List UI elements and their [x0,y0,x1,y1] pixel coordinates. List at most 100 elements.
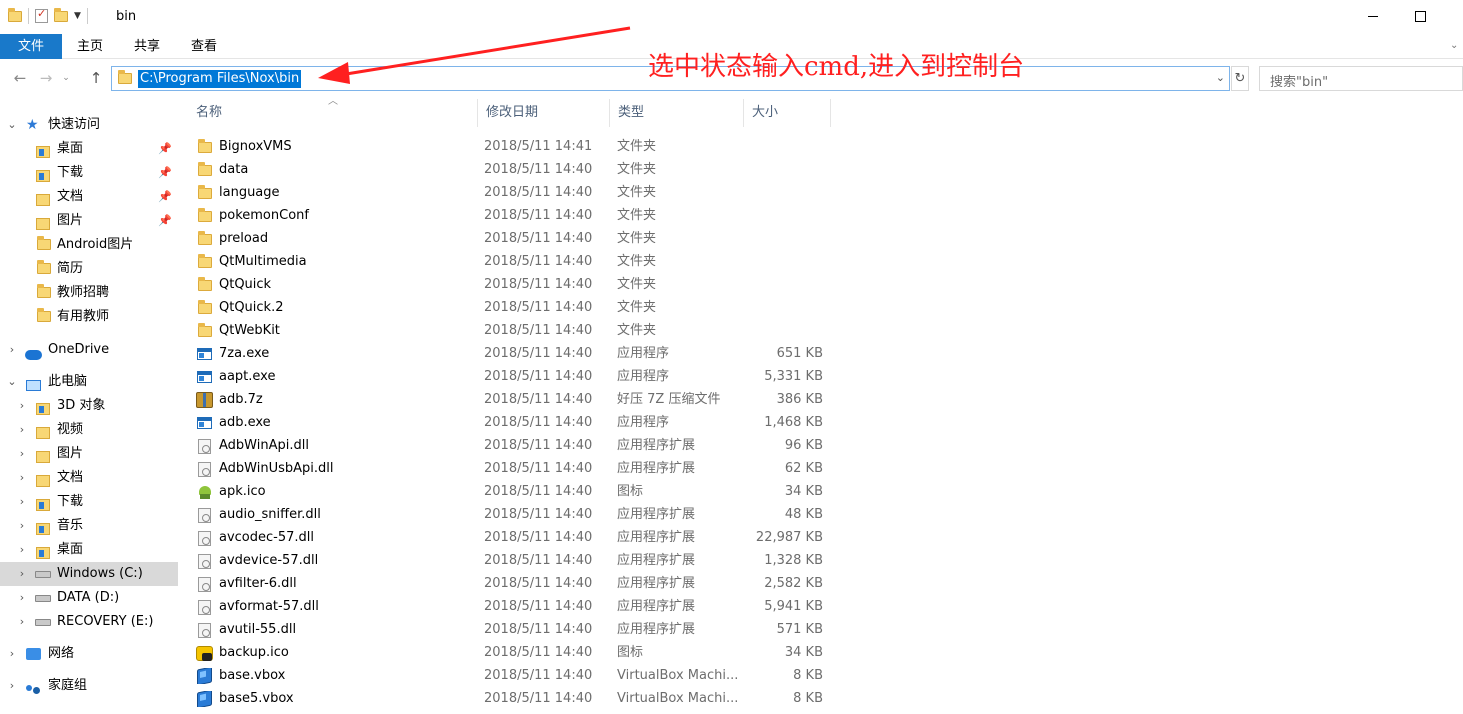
chevron-right-icon[interactable]: › [16,562,28,586]
file-date: 2018/5/11 14:40 [484,484,593,499]
properties-icon[interactable] [35,7,48,23]
chevron-right-icon[interactable]: › [16,514,28,538]
chevron-right-icon[interactable]: › [16,466,28,490]
chevron-down-icon[interactable]: ⌄ [1216,71,1225,84]
nav-item-desktop[interactable]: 桌面 📌 [0,137,178,161]
pin-icon[interactable]: 📌 [158,137,172,161]
file-row[interactable]: pokemonConf 2018/5/11 14:40 文件夹 [188,204,848,227]
file-row[interactable]: QtMultimedia 2018/5/11 14:40 文件夹 [188,250,848,273]
file-row[interactable]: base.vbox 2018/5/11 14:40 VirtualBox Machi… [188,664,848,687]
file-row[interactable]: avdevice-57.dll 2018/5/11 14:40 应用程序扩展 1,32… [188,549,848,572]
file-type: 文件夹 [617,300,657,315]
column-header-type[interactable]: 类型 [610,99,744,127]
nav-item-pictures[interactable]: 图片 📌 [0,209,178,233]
network-icon [26,648,41,660]
chevron-down-icon[interactable]: ⌄ [6,113,18,137]
chevron-right-icon[interactable]: › [6,338,18,362]
nav-quick-access[interactable]: ⌄ ★ 快速访问 [0,113,178,137]
nav-item-resume[interactable]: 简历 [0,257,178,281]
up-arrow-icon[interactable]: ↑ [86,68,106,88]
nav-item-pc-documents[interactable]: › 文档 [0,466,178,490]
pin-icon[interactable]: 📌 [158,185,172,209]
chevron-down-icon[interactable]: ⌄ [6,370,18,394]
chevron-right-icon[interactable]: › [16,538,28,562]
nav-item-drive-e[interactable]: › RECOVERY (E:) [0,610,178,634]
download-icon [36,499,50,511]
file-row[interactable]: base5.vbox 2018/5/11 14:40 VirtualBox Mach… [188,687,848,710]
pin-icon[interactable]: 📌 [158,161,172,185]
nav-item-drive-d[interactable]: › DATA (D:) [0,586,178,610]
column-header-date[interactable]: 修改日期 [478,99,610,127]
file-row[interactable]: apk.ico 2018/5/11 14:40 图标 34 KB [188,480,848,503]
file-row[interactable]: avcodec-57.dll 2018/5/11 14:40 应用程序扩展 22,98… [188,526,848,549]
address-path-text[interactable]: C:\Program Files\Nox\bin [138,70,302,88]
new-folder-icon[interactable] [54,7,68,22]
file-row[interactable]: adb.7z 2018/5/11 14:40 好压 7Z 压缩文件 386 KB [188,388,848,411]
search-input[interactable]: 搜索"bin" [1259,66,1463,91]
nav-onedrive[interactable]: › OneDrive [0,338,178,362]
nav-item-pc-downloads[interactable]: › 下载 [0,490,178,514]
nav-homegroup[interactable]: › 家庭组 [0,674,178,698]
nav-item-pc-pictures[interactable]: › 图片 [0,442,178,466]
file-row[interactable]: preload 2018/5/11 14:40 文件夹 [188,227,848,250]
chevron-down-icon[interactable]: ▼ [74,11,81,21]
tab-home[interactable]: 主页 [62,34,118,59]
file-row[interactable]: avfilter-6.dll 2018/5/11 14:40 应用程序扩展 2,582… [188,572,848,595]
chevron-right-icon[interactable]: › [6,674,18,698]
column-header-size[interactable]: 大小 [744,99,831,127]
tab-view[interactable]: 查看 [176,34,232,59]
nav-this-pc[interactable]: ⌄ 此电脑 [0,370,178,394]
chevron-right-icon[interactable]: › [16,418,28,442]
file-row[interactable]: data 2018/5/11 14:40 文件夹 [188,158,848,181]
file-row[interactable]: aapt.exe 2018/5/11 14:40 应用程序 5,331 KB [188,365,848,388]
file-date: 2018/5/11 14:40 [484,346,593,361]
tab-share[interactable]: 共享 [118,34,176,59]
refresh-icon[interactable]: ↻ [1231,66,1249,91]
chevron-right-icon[interactable]: › [16,394,28,418]
pin-icon[interactable]: 📌 [158,209,172,233]
file-row[interactable]: QtWebKit 2018/5/11 14:40 文件夹 [188,319,848,342]
file-row[interactable]: backup.ico 2018/5/11 14:40 图标 34 KB [188,641,848,664]
nav-item-teacher-recruit[interactable]: 教师招聘 [0,281,178,305]
nav-network[interactable]: › 网络 [0,642,178,666]
chevron-right-icon[interactable]: › [16,586,28,610]
minimize-button[interactable] [1350,4,1396,30]
file-row[interactable]: AdbWinApi.dll 2018/5/11 14:40 应用程序扩展 96 KB [188,434,848,457]
file-row[interactable]: language 2018/5/11 14:40 文件夹 [188,181,848,204]
file-row[interactable]: 7za.exe 2018/5/11 14:40 应用程序 651 KB [188,342,848,365]
file-name: 7za.exe [219,346,270,361]
maximize-button[interactable] [1397,4,1443,30]
file-row[interactable]: QtQuick 2018/5/11 14:40 文件夹 [188,273,848,296]
column-header-name[interactable]: 名称 [188,99,478,127]
dll-icon [198,554,211,569]
chevron-right-icon[interactable]: › [16,490,28,514]
tab-file[interactable]: 文件 [0,34,62,59]
nav-item-android-pictures[interactable]: Android图片 [0,233,178,257]
nav-item-downloads[interactable]: 下载 📌 [0,161,178,185]
file-row[interactable]: QtQuick.2 2018/5/11 14:40 文件夹 [188,296,848,319]
file-row[interactable]: BignoxVMS 2018/5/11 14:41 文件夹 [188,135,848,158]
chevron-right-icon[interactable]: › [16,610,28,634]
file-row[interactable]: AdbWinUsbApi.dll 2018/5/11 14:40 应用程序扩展 62 … [188,457,848,480]
nav-item-drive-c[interactable]: › Windows (C:) [0,562,178,586]
expand-ribbon-icon[interactable]: ⌄ [1450,40,1458,51]
file-row[interactable]: audio_sniffer.dll 2018/5/11 14:40 应用程序扩展 48… [188,503,848,526]
back-arrow-icon[interactable]: ← [10,68,30,88]
file-row[interactable]: avformat-57.dll 2018/5/11 14:40 应用程序扩展 5,94… [188,595,848,618]
file-name: AdbWinApi.dll [219,438,309,453]
arrow-shaft [339,26,631,77]
dll-file-icon [196,507,214,523]
recent-locations-chevron-icon[interactable]: ⌄ [60,68,72,88]
nav-item-videos[interactable]: › 视频 [0,418,178,442]
chevron-right-icon[interactable]: › [16,442,28,466]
nav-item-documents[interactable]: 文档 📌 [0,185,178,209]
chevron-right-icon[interactable]: › [6,642,18,666]
file-row[interactable]: avutil-55.dll 2018/5/11 14:40 应用程序扩展 571 KB [188,618,848,641]
folder-icon[interactable] [8,7,22,22]
nav-item-3d-objects[interactable]: › 3D 对象 [0,394,178,418]
nav-item-pc-desktop[interactable]: › 桌面 [0,538,178,562]
nav-item-useful-teacher[interactable]: 有用教师 [0,305,178,329]
forward-arrow-icon[interactable]: → [36,68,56,88]
nav-item-music[interactable]: › 音乐 [0,514,178,538]
file-row[interactable]: adb.exe 2018/5/11 14:40 应用程序 1,468 KB [188,411,848,434]
